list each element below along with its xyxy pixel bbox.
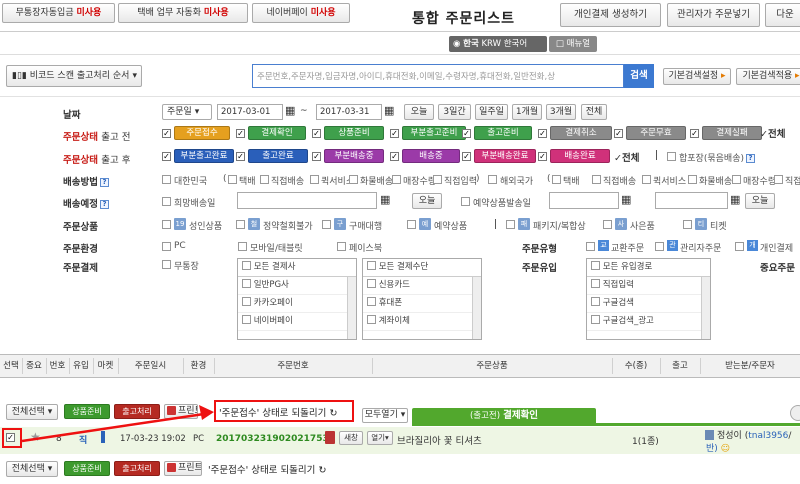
- arrow-line: [21, 412, 205, 443]
- annotation-arrow: [21, 405, 214, 443]
- arrow-head: [199, 405, 214, 420]
